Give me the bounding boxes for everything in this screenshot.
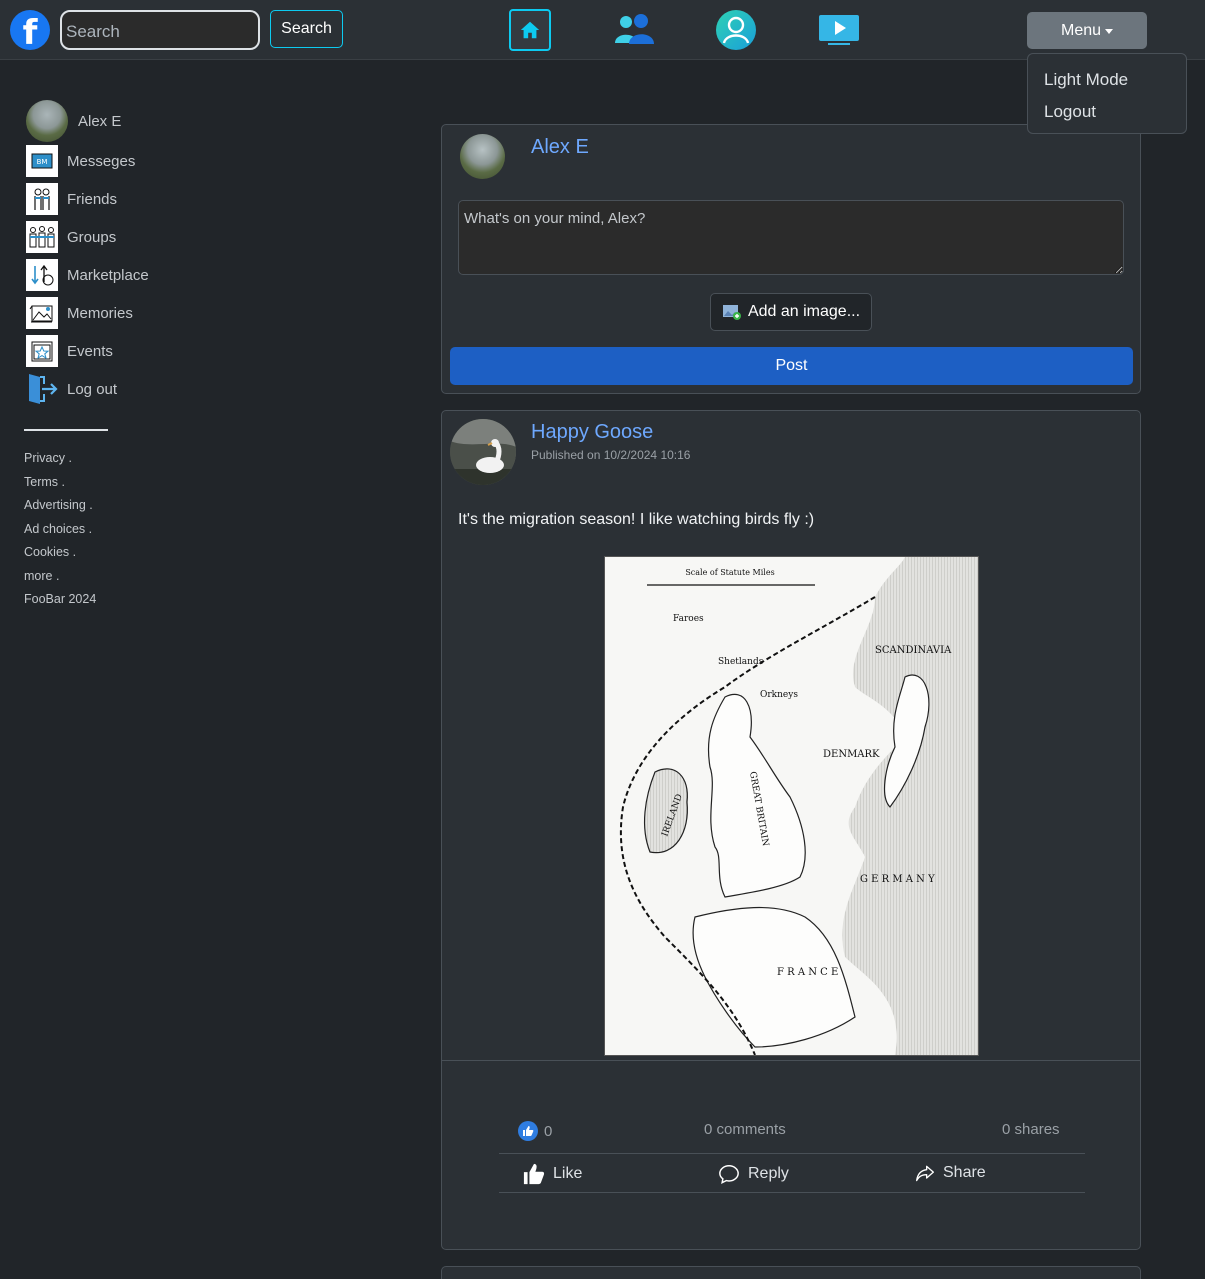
post-card: Happy Goose Published on 10/2/2024 10:16… [441,410,1141,1250]
marketplace-icon [26,259,58,291]
sidebar-divider [24,429,108,431]
sidebar-item-logout[interactable]: Log out [26,373,117,405]
sidebar-item-label: Messeges [67,152,136,170]
share-icon [916,1165,934,1182]
footer-link-cookies[interactable]: Cookies . [24,545,76,559]
map-label-germany: G E R M A N Y [860,874,935,885]
comment-icon [719,1165,739,1185]
memories-icon [26,297,58,329]
sidebar-item-label: Friends [67,190,118,208]
add-image-button[interactable]: Add an image... [710,293,872,331]
sidebar-item-marketplace[interactable]: Marketplace [26,259,149,291]
sidebar-item-label: Marketplace [67,266,149,284]
sidebar-profile[interactable]: Alex E [26,100,121,142]
shares-count[interactable]: 0 shares [1002,1121,1060,1138]
sidebar-user-name: Alex E [78,112,122,130]
logout-icon [26,373,58,405]
thumbs-up-icon [518,1121,538,1141]
map-label-denmark: DENMARK [823,749,880,760]
menu-item-logout[interactable]: Logout [1044,102,1096,122]
post-separator [442,1060,1140,1061]
post-body-text: It's the migration season! I like watchi… [458,511,815,528]
next-post-card [441,1266,1141,1279]
map-label-france: F R A N C E [777,967,838,978]
add-image-label: Add an image... [747,303,861,320]
footer-link-ad-choices[interactable]: Ad choices . [24,522,92,536]
post-image-map[interactable]: Scale of Statute Miles SCANDINAVIA DENMA… [604,556,979,1056]
share-label: Share [943,1164,986,1181]
footer-link-advertising[interactable]: Advertising . [24,498,93,512]
groups-icon [26,221,58,253]
share-button[interactable]: Share [915,1163,986,1183]
avatar[interactable] [450,419,516,485]
sidebar-item-label: Groups [67,228,117,246]
comments-count[interactable]: 0 comments [704,1121,786,1138]
post-button[interactable]: Post [450,347,1133,385]
menu-item-light-mode[interactable]: Light Mode [1044,70,1128,90]
add-image-icon [722,305,741,320]
footer-link-terms[interactable]: Terms . [24,475,65,489]
post-timestamp: Published on 10/2/2024 10:16 [531,448,691,462]
search-input[interactable] [60,10,260,50]
post-action-bar: Like Reply Share [499,1153,1085,1193]
watch-icon[interactable] [817,8,861,52]
thumbs-up-icon [523,1163,545,1185]
facebook-logo-icon[interactable]: f [10,10,50,53]
like-count[interactable]: 0 [518,1121,552,1141]
post-author-name[interactable]: Happy Goose [531,421,653,444]
friends-icon [26,183,58,215]
map-scale-label: Scale of Statute Miles [685,568,774,577]
menu-dropdown: Light Mode Logout [1027,53,1187,134]
sidebar-item-messages[interactable]: BM Messeges [26,145,135,177]
footer-link-more[interactable]: more . [24,569,59,583]
sidebar-item-groups[interactable]: Groups [26,221,116,253]
map-label-scandinavia: SCANDINAVIA [875,645,952,656]
search-button[interactable]: Search [270,10,343,48]
sidebar-item-events[interactable]: Events [26,335,113,367]
svg-text:BM: BM [37,158,48,166]
profile-icon[interactable] [714,8,758,52]
map-label-shetlands: Shetlands [718,657,764,667]
map-label-orkneys: Orkneys [760,690,798,700]
menu-label: Menu [1060,21,1102,39]
footer-link-privacy[interactable]: Privacy . [24,451,72,465]
menu-dropdown-button[interactable]: Menu [1027,12,1147,49]
footer-copyright: FooBar 2024 [24,592,97,606]
reply-button[interactable]: Reply [718,1163,789,1185]
reply-label: Reply [748,1165,789,1182]
events-icon [26,335,58,367]
caret-down-icon [1105,29,1114,34]
sidebar-item-friends[interactable]: Friends [26,183,117,215]
like-count-value: 0 [544,1122,553,1140]
map-label-faroes: Faroes [673,614,704,624]
sidebar-item-label: Events [67,342,113,360]
like-button[interactable]: Like [523,1163,582,1185]
post-text-input[interactable] [458,200,1124,275]
composer-user-name[interactable]: Alex E [531,136,589,159]
sidebar-item-label: Memories [67,304,133,322]
sidebar-item-memories[interactable]: Memories [26,297,133,329]
avatar [460,134,505,179]
top-navbar: f Search Menu [0,0,1205,60]
sidebar-item-label: Log out [67,380,118,398]
messages-icon: BM [26,145,58,177]
friends-icon[interactable] [612,8,656,52]
post-composer: Alex E Add an image... Post [441,124,1141,394]
like-label: Like [553,1165,583,1182]
avatar [26,100,68,142]
home-icon[interactable] [509,9,551,51]
